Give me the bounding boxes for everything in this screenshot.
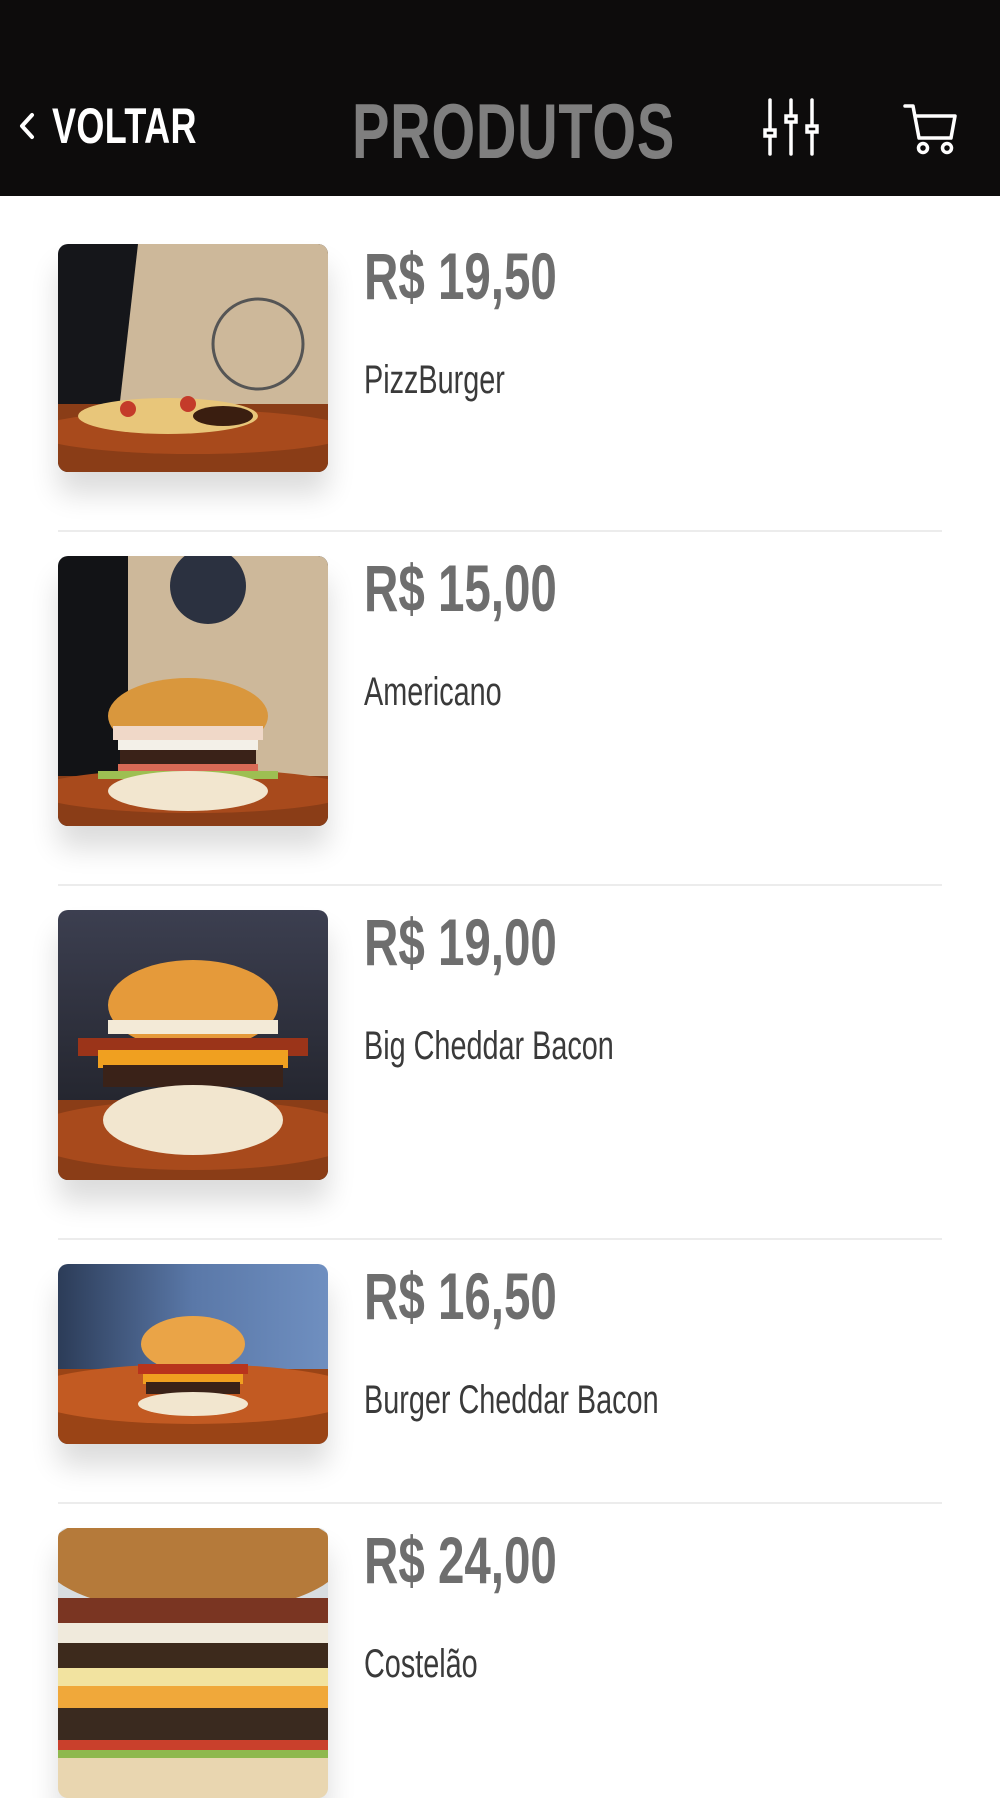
product-name: PizzBurger [364, 358, 505, 402]
product-price: R$ 24,00 [364, 1523, 557, 1597]
product-price: R$ 19,00 [364, 905, 557, 979]
page-title: PRODUTOS [352, 87, 676, 175]
product-price: R$ 16,50 [364, 1259, 557, 1333]
sliders-icon [763, 98, 819, 156]
divider [58, 884, 942, 886]
product-name: Americano [364, 670, 502, 714]
product-image [58, 244, 328, 472]
product-image [58, 1264, 328, 1444]
top-bar: VOLTAR PRODUTOS [0, 0, 1000, 196]
chevron-left-icon [20, 113, 34, 139]
back-button[interactable]: VOLTAR [14, 96, 253, 156]
filter-button[interactable] [762, 96, 820, 158]
product-price: R$ 19,50 [364, 239, 557, 313]
divider [58, 530, 942, 532]
product-price: R$ 15,00 [364, 551, 557, 625]
cart-button[interactable] [901, 100, 961, 158]
cart-icon [903, 104, 957, 155]
product-name: Burger Cheddar Bacon [364, 1378, 659, 1422]
product-name: Costelão [364, 1642, 478, 1686]
divider [58, 1502, 942, 1504]
product-image [58, 1528, 328, 1798]
divider [58, 1238, 942, 1240]
product-name: Big Cheddar Bacon [364, 1024, 614, 1068]
product-image [58, 910, 328, 1180]
back-label: VOLTAR [52, 98, 197, 154]
product-image [58, 556, 328, 826]
